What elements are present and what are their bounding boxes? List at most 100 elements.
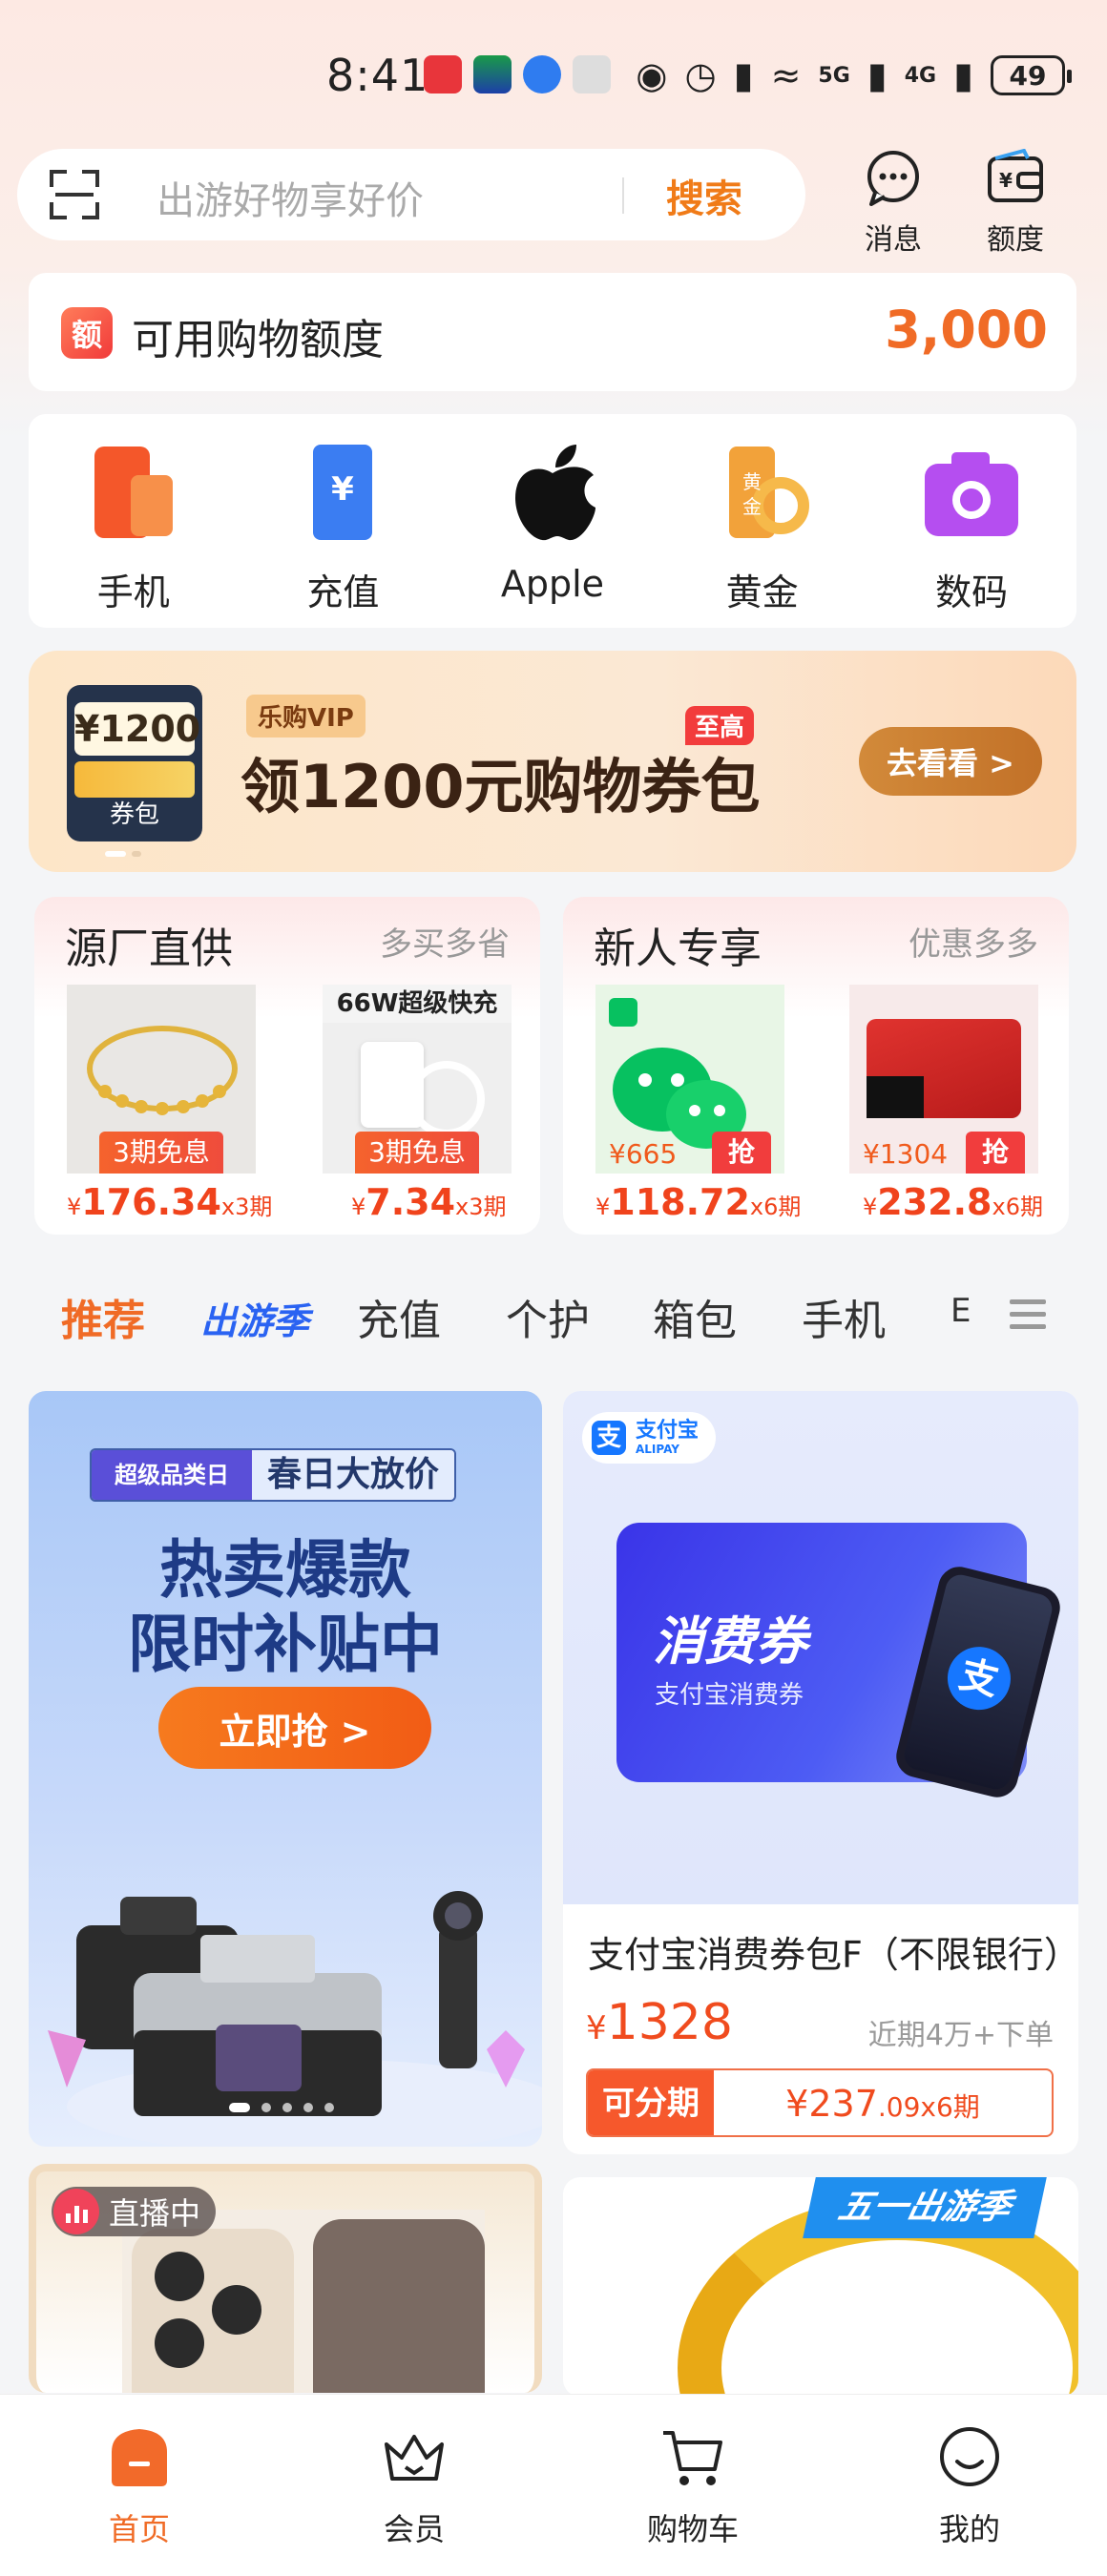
category-apple[interactable]: Apple — [467, 441, 638, 605]
gold-icon: 黄 金 — [728, 447, 809, 538]
svg-text:金: 金 — [742, 495, 762, 518]
svg-text:¥: ¥ — [332, 470, 355, 509]
deal-title: 新人专享 — [594, 924, 762, 973]
crown-icon — [385, 2435, 444, 2481]
notification-app3-icon — [573, 55, 611, 93]
category-tabs: 推荐 出游季 充值 个护 箱包 手机 E — [0, 1261, 1107, 1364]
product-sales: 近期4万+下单 — [867, 2019, 1054, 2052]
deal-card-newcomer[interactable]: 新人专享 优惠多多 ¥665 抢 ¥118.72x6期 ¥1304 抢 ¥232… — [563, 897, 1069, 1235]
alipay-brand-en: ALIPAY — [636, 1442, 679, 1456]
tab-more-cut[interactable]: E — [950, 1292, 971, 1330]
overlay-price: ¥1304 — [863, 1138, 949, 1170]
message-icon — [867, 151, 919, 206]
charger-image-text: 66W超级快充 — [323, 985, 512, 1023]
nav-label: 会员 — [383, 2511, 445, 2547]
wifi-icon: ≈ — [770, 54, 802, 96]
menu-icon[interactable] — [1010, 1299, 1046, 1337]
live-label: 直播中 — [109, 2195, 201, 2232]
tag-right: 春日大放价 — [252, 1450, 455, 1500]
phone-icon — [94, 447, 173, 538]
quota-button[interactable]: ¥ 额度 — [977, 148, 1054, 258]
search-button[interactable]: 搜索 — [666, 168, 742, 223]
alipay-icon: 支 — [592, 1421, 626, 1455]
svg-text:¥: ¥ — [999, 169, 1013, 192]
product-price: ¥1328 — [586, 1994, 733, 2051]
nav-member[interactable]: 会员 — [347, 2423, 481, 2549]
credit-value: 3,000 — [885, 300, 1048, 360]
alipay-logo: 支 支付宝 ALIPAY — [582, 1412, 717, 1464]
category-phone[interactable]: 手机 — [48, 441, 219, 615]
deal-price: ¥232.8x6期 — [863, 1181, 1043, 1223]
category-recharge[interactable]: ¥ 充值 — [257, 441, 428, 615]
tab-bags[interactable]: 箱包 — [653, 1286, 737, 1347]
voucher-title: 消费券 — [653, 1611, 807, 1672]
banner-pager — [229, 2103, 334, 2112]
nav-label: 我的 — [938, 2511, 1000, 2547]
live-icon — [53, 2189, 99, 2234]
installment-box[interactable]: 可分期 ¥237.09x6期 — [586, 2068, 1054, 2137]
smile-icon — [940, 2427, 999, 2486]
tab-recharge[interactable]: 充值 — [357, 1286, 441, 1347]
promo-go-button[interactable]: 去看看 > — [859, 727, 1042, 796]
nav-home[interactable]: 首页 — [73, 2423, 206, 2549]
messages-button[interactable]: 消息 — [855, 149, 931, 258]
charger-image: 66W超级快充 3期免息 — [323, 985, 512, 1174]
tab-travel-season[interactable]: 出游季 — [200, 1292, 309, 1344]
category-grid: 手机 ¥ 充值 Apple 黄 金 黄金 数码 — [29, 414, 1076, 628]
search-bar[interactable]: 出游好物享好价 搜索 — [17, 149, 805, 240]
credit-badge-icon: 额 — [61, 307, 113, 359]
tmall-card-image: ¥1304 抢 — [849, 985, 1038, 1174]
status-time: 8:41 — [326, 50, 429, 101]
feed-banner-hot[interactable]: 超级品类日 春日大放价 热卖爆款 限时补贴中 立即抢 > — [29, 1391, 542, 2147]
search-divider — [622, 177, 624, 214]
eye-icon: ◉ — [636, 54, 668, 96]
nav-cart[interactable]: 购物车 — [626, 2423, 760, 2549]
deal-card-factory[interactable]: 源厂直供 多买多省 3期免息 ¥176.34x3期 66W超级快充 3期免息 ¥… — [34, 897, 540, 1235]
deal-item[interactable]: 66W超级快充 3期免息 ¥7.34x3期 — [323, 985, 512, 1223]
deal-subtitle: 多买多省 — [380, 925, 510, 964]
installment-price: ¥237.09x6期 — [785, 2083, 980, 2125]
gold-product-card[interactable]: 五一出游季 — [563, 2177, 1078, 2397]
banner-headline-2: 限时补贴中 — [128, 1608, 443, 1681]
bottom-nav: 首页 会员 购物车 我的 — [0, 2395, 1107, 2576]
overlay-price: ¥665 — [609, 1138, 678, 1170]
tab-recommend[interactable]: 推荐 — [61, 1286, 145, 1347]
quota-label: 额度 — [987, 223, 1044, 257]
scan-icon[interactable] — [50, 170, 99, 219]
deal-item[interactable]: ¥1304 抢 ¥232.8x6期 — [849, 985, 1043, 1223]
grab-now-button[interactable]: 立即抢 > — [158, 1687, 431, 1769]
camera-product-image — [48, 1891, 542, 2147]
category-label: 手机 — [96, 571, 170, 613]
category-gold[interactable]: 黄 金 黄金 — [677, 441, 848, 615]
tab-phones[interactable]: 手机 — [802, 1286, 886, 1347]
alipay-brand-cn: 支付宝 — [636, 1419, 700, 1444]
credit-card[interactable]: 额 可用购物额度 3,000 — [29, 273, 1076, 391]
recharge-icon: ¥ — [313, 445, 373, 540]
deal-item[interactable]: ¥665 抢 ¥118.72x6期 — [595, 985, 801, 1223]
grab-badge: 抢 — [712, 1132, 771, 1174]
category-day-tag: 超级品类日 春日大放价 — [90, 1448, 457, 1502]
messages-label: 消息 — [865, 223, 922, 257]
search-input[interactable]: 出游好物享好价 — [157, 170, 424, 225]
category-digital[interactable]: 数码 — [886, 441, 1057, 615]
category-label: Apple — [500, 563, 605, 605]
live-product-card[interactable]: 直播中 — [29, 2164, 542, 2393]
product-card-alipay[interactable]: 支 支付宝 ALIPAY 消费券 支付宝消费券 支 支付宝消费券包F（不限银行）… — [563, 1391, 1078, 2154]
network-4g: 4G — [904, 63, 937, 88]
camera-icon — [925, 452, 1019, 536]
deal-title: 源厂直供 — [65, 924, 233, 973]
nav-label: 首页 — [108, 2511, 170, 2547]
promo-banner[interactable]: ¥1200 券包 乐购VIP 至高 领1200元购物券包 去看看 > — [29, 651, 1076, 872]
vip-tag: 乐购VIP — [246, 695, 366, 737]
category-label: 数码 — [935, 571, 1009, 613]
coins-graphic — [74, 761, 195, 798]
product-name: 支付宝消费券包F（不限银行） — [588, 1934, 1065, 1976]
deal-item[interactable]: 3期免息 ¥176.34x3期 — [67, 985, 272, 1223]
tab-personal-care[interactable]: 个护 — [506, 1286, 590, 1347]
live-badge: 直播中 — [52, 2187, 217, 2236]
voucher-subtitle: 支付宝消费券 — [655, 1681, 804, 1710]
home-icon — [112, 2429, 167, 2486]
interest-free-badge: 3期免息 — [99, 1132, 223, 1174]
cart-icon — [663, 2431, 722, 2485]
nav-mine[interactable]: 我的 — [903, 2423, 1036, 2549]
